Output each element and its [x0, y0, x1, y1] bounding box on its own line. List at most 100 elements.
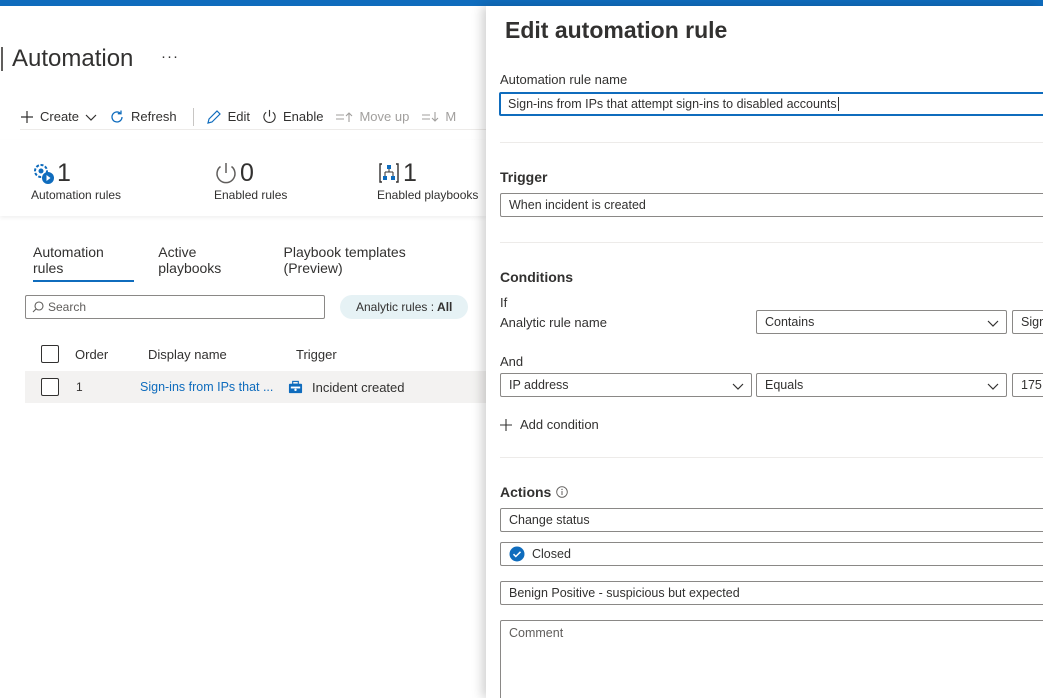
edit-label: Edit — [227, 109, 250, 124]
tab-playbook-templates[interactable]: Playbook templates (Preview) — [284, 244, 462, 282]
condition1-value-dropdown[interactable]: Sign — [1012, 310, 1043, 334]
move-down-icon — [422, 111, 439, 122]
comment-textarea[interactable]: Comment — [500, 620, 1043, 698]
section-divider — [500, 457, 1043, 458]
stat-enabled-playbooks: 1 Enabled playbooks — [377, 158, 479, 203]
incident-icon — [288, 380, 303, 394]
and-label: And — [500, 354, 524, 369]
command-bar: Create Refresh Edit Enable Move up M — [20, 104, 486, 130]
status-value: Closed — [532, 547, 571, 561]
section-divider — [500, 242, 1043, 243]
toolbar-divider — [192, 107, 194, 126]
more-options-button[interactable]: ··· — [161, 48, 179, 65]
rule-name-field[interactable]: Sign-ins from IPs that attempt sign-ins … — [499, 92, 1043, 116]
condition2-operator-dropdown[interactable]: Equals — [756, 373, 1007, 397]
search-input[interactable]: Search — [25, 295, 325, 319]
condition1-field: Analytic rule name — [500, 315, 607, 330]
stat-enabled-rules: 0 Enabled rules — [214, 158, 288, 203]
analytic-rules-filter[interactable]: Analytic rules : All — [340, 295, 469, 319]
refresh-button[interactable]: Refresh — [109, 104, 177, 130]
text-cursor — [837, 97, 839, 111]
actions-heading: Actions — [500, 484, 552, 500]
grid-header: Order Display name Trigger — [25, 337, 486, 367]
refresh-label: Refresh — [131, 109, 177, 124]
row-trigger: Incident created — [312, 380, 405, 395]
classification-value: Benign Positive - suspicious but expecte… — [509, 586, 740, 600]
playbook-icon — [379, 163, 399, 183]
trigger-dropdown[interactable]: When incident is created — [500, 193, 1043, 217]
move-down-label: M — [445, 109, 457, 124]
action-value: Change status — [509, 513, 590, 527]
action-dropdown[interactable]: Change status — [500, 508, 1043, 532]
column-order[interactable]: Order — [75, 347, 108, 362]
condition2-value: 175. — [1021, 378, 1043, 392]
tab-list: Automation rules Active playbooks Playbo… — [33, 244, 486, 282]
stat-value: 0 — [240, 158, 254, 187]
condition2-field-dropdown[interactable]: IP address — [500, 373, 752, 397]
table-row[interactable]: 1 Sign-ins from IPs that ... Incident cr… — [25, 371, 486, 403]
info-icon[interactable] — [556, 486, 569, 498]
select-all-checkbox[interactable] — [41, 345, 59, 363]
enable-button[interactable]: Enable — [262, 104, 323, 130]
stat-value: 1 — [57, 158, 71, 187]
tab-active-playbooks[interactable]: Active playbooks — [158, 244, 259, 282]
column-trigger[interactable]: Trigger — [296, 347, 337, 362]
rule-name-value: Sign-ins from IPs that attempt sign-ins … — [508, 97, 837, 111]
create-label: Create — [40, 109, 80, 124]
stat-value: 1 — [403, 158, 417, 187]
gear-play-icon — [34, 164, 54, 184]
status-dropdown[interactable]: Closed — [500, 542, 1043, 566]
stat-label: Enabled rules — [214, 188, 288, 202]
search-icon — [32, 301, 44, 313]
pencil-icon — [206, 109, 221, 124]
add-condition-button[interactable]: Add condition — [500, 417, 599, 432]
condition2-value-field[interactable]: 175. — [1012, 373, 1043, 397]
automation-page: Automation ··· Create Refresh Edit Enabl… — [0, 6, 486, 698]
condition1-value: Sign — [1021, 315, 1043, 329]
checkmark-circle-icon — [509, 546, 525, 562]
comment-placeholder: Comment — [509, 626, 564, 640]
chevron-down-icon — [987, 383, 999, 390]
add-condition-label: Add condition — [520, 417, 599, 432]
section-divider — [500, 142, 1043, 143]
rule-name-label: Automation rule name — [500, 72, 628, 87]
trigger-heading: Trigger — [500, 169, 548, 185]
edit-button[interactable]: Edit — [206, 104, 250, 130]
panel-title: Edit automation rule — [505, 17, 728, 43]
classification-dropdown[interactable]: Benign Positive - suspicious but expecte… — [500, 581, 1043, 605]
condition2-operator: Equals — [765, 378, 804, 392]
page-header: Automation — [0, 44, 133, 74]
filter-value: All — [437, 300, 453, 314]
move-up-label: Move up — [359, 109, 410, 124]
condition2-field: IP address — [509, 378, 569, 392]
power-icon — [263, 109, 276, 123]
edit-automation-rule-panel: Edit automation rule Automation rule nam… — [486, 6, 1043, 698]
tab-automation-rules[interactable]: Automation rules — [33, 244, 135, 282]
row-checkbox[interactable] — [41, 378, 59, 396]
column-display-name[interactable]: Display name — [148, 347, 227, 362]
move-down-button[interactable]: M — [421, 104, 456, 130]
summary-card: 1 Automation rules 0 Enabled rules 1 Ena… — [0, 140, 486, 216]
move-up-button[interactable]: Move up — [335, 104, 409, 130]
chevron-down-icon — [732, 383, 744, 390]
plus-icon — [21, 110, 33, 123]
move-up-icon — [336, 111, 353, 122]
create-button[interactable]: Create — [20, 104, 97, 130]
actions-heading-row: Actions — [500, 484, 569, 500]
condition1-operator-dropdown[interactable]: Contains — [756, 310, 1007, 334]
if-label: If — [500, 295, 508, 310]
page-title: Automation — [12, 45, 134, 72]
row-order: 1 — [76, 380, 83, 394]
search-placeholder: Search — [48, 300, 87, 314]
stat-label: Automation rules — [31, 188, 122, 202]
conditions-heading: Conditions — [500, 269, 574, 285]
stat-automation-rules: 1 Automation rules — [31, 158, 122, 203]
condition1-operator: Contains — [765, 315, 815, 329]
plus-icon — [500, 418, 512, 431]
stat-label: Enabled playbooks — [377, 188, 479, 202]
filter-label: Analytic rules : — [356, 300, 435, 314]
enable-label: Enable — [282, 109, 324, 124]
chevron-down-icon — [987, 320, 999, 327]
refresh-icon — [111, 110, 123, 123]
row-display-name-link[interactable]: Sign-ins from IPs that ... — [140, 380, 273, 394]
